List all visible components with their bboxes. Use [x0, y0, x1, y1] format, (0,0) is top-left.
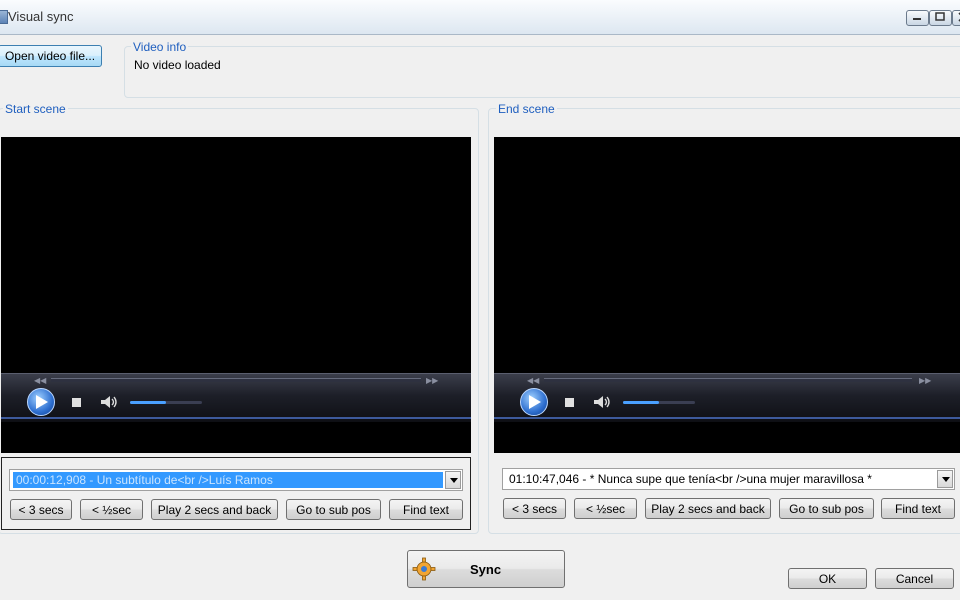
window-title: Visual sync [8, 9, 74, 24]
close-button[interactable] [952, 10, 960, 26]
cancel-button[interactable]: Cancel [875, 568, 954, 589]
video-info-status: No video loaded [134, 58, 221, 72]
end-play-2-button[interactable]: Play 2 secs and back [645, 498, 771, 519]
start-subtitle-text: 00:00:12,908 - Un subtítulo de<br />Luís… [13, 472, 443, 488]
ok-button[interactable]: OK [788, 568, 867, 589]
end-subtitle-text: 01:10:47,046 - * Nunca supe que tenía<br… [509, 472, 872, 486]
start-find-text-button[interactable]: Find text [389, 499, 463, 520]
start-volume-slider[interactable] [130, 401, 202, 404]
gear-sync-icon [412, 557, 436, 581]
end-back-3-button[interactable]: < 3 secs [503, 498, 566, 519]
end-subtitle-dropdown[interactable]: 01:10:47,046 - * Nunca supe que tenía<br… [502, 468, 955, 490]
maximize-button[interactable] [929, 10, 952, 26]
end-seek-bar[interactable] [544, 378, 912, 382]
end-rewind-marker: ◀◀ [527, 376, 540, 385]
maximize-icon [935, 12, 945, 21]
stop-icon[interactable] [72, 398, 81, 407]
end-player-controls: ◀◀ ▶▶ [494, 373, 960, 422]
start-play-2-button[interactable]: Play 2 secs and back [151, 499, 278, 520]
title-bar: Visual sync [0, 0, 960, 35]
start-back-half-button[interactable]: < ½sec [80, 499, 143, 520]
chevron-down-icon [450, 478, 458, 483]
volume-icon[interactable] [100, 395, 118, 409]
start-scene-legend: Start scene [3, 102, 68, 116]
start-dropdown-button[interactable] [445, 471, 461, 489]
open-video-button[interactable]: Open video file... [0, 45, 102, 67]
video-info-group [124, 46, 960, 98]
end-dropdown-button[interactable] [937, 470, 953, 488]
end-play-button[interactable] [520, 388, 548, 416]
end-volume-fill [623, 401, 659, 404]
start-play-button[interactable] [27, 388, 55, 416]
start-player-baseline [1, 417, 471, 419]
start-subtitle-dropdown[interactable]: 00:00:12,908 - Un subtítulo de<br />Luís… [9, 469, 463, 491]
start-player-controls: ◀◀ ▶▶ [1, 373, 471, 422]
sync-label: Sync [470, 562, 502, 577]
video-info-legend: Video info [131, 40, 189, 54]
chevron-down-icon [942, 477, 950, 482]
start-video-player[interactable]: ◀◀ ▶▶ [1, 137, 471, 453]
play-icon [529, 395, 541, 409]
end-video-player[interactable]: ◀◀ ▶▶ [494, 137, 960, 453]
stop-icon[interactable] [565, 398, 574, 407]
minimize-icon [913, 18, 921, 20]
sync-button[interactable]: Sync [407, 550, 565, 588]
start-goto-sub-button[interactable]: Go to sub pos [286, 499, 381, 520]
minimize-button[interactable] [906, 10, 929, 26]
start-volume-fill [130, 401, 166, 404]
end-back-half-button[interactable]: < ½sec [574, 498, 637, 519]
end-find-text-button[interactable]: Find text [881, 498, 955, 519]
end-forward-marker: ▶▶ [919, 376, 932, 385]
start-rewind-marker: ◀◀ [34, 376, 47, 385]
end-scene-legend: End scene [496, 102, 557, 116]
start-back-3-button[interactable]: < 3 secs [10, 499, 72, 520]
close-icon [958, 12, 960, 22]
end-player-baseline [494, 417, 960, 419]
start-seek-bar[interactable] [51, 378, 421, 382]
play-icon [36, 395, 48, 409]
start-forward-marker: ▶▶ [426, 376, 439, 385]
end-volume-slider[interactable] [623, 401, 695, 404]
app-icon [0, 10, 8, 24]
volume-icon[interactable] [593, 395, 611, 409]
end-goto-sub-button[interactable]: Go to sub pos [779, 498, 874, 519]
